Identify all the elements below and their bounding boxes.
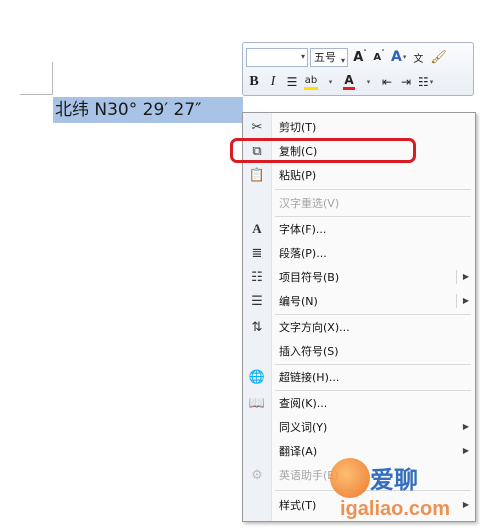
chevron-down-icon: ▾	[429, 78, 434, 86]
bullets-button[interactable]: ☷ ▾	[417, 72, 434, 92]
menu-item-paragraph[interactable]: ≣ 段落(P)...	[243, 241, 475, 265]
font-color-letter: A	[344, 73, 354, 87]
center-align-button[interactable]: ☰	[284, 72, 300, 92]
text-effect-icon: A	[391, 49, 402, 65]
menu-item-label: 样式(T)	[279, 499, 317, 512]
menu-item-label: 汉字重选(V)	[279, 197, 340, 210]
text-effect-button[interactable]: A ▾	[390, 47, 407, 67]
center-align-icon: ☰	[286, 75, 298, 89]
grow-font-label: A	[353, 49, 364, 65]
chevron-down-icon: ▾	[300, 51, 305, 61]
selected-text[interactable]: 北纬 N30° 29′ 27″	[53, 97, 243, 123]
menu-item-english-assistant: ⚙ 英语助手(E)	[243, 463, 475, 487]
paragraph-icon: ≣	[251, 245, 263, 261]
lookup-icon: 📖	[248, 395, 266, 411]
menu-item-synonyms[interactable]: 同义词(Y) ▶	[243, 415, 475, 439]
menu-item-label: 翻译(A)	[279, 445, 318, 458]
menu-item-bullets[interactable]: ☷ 项目符号(B) ▶	[243, 265, 475, 289]
format-painter-icon: 🖌	[430, 49, 447, 65]
chevron-right-icon: ▶	[456, 294, 475, 308]
bullets-icon: ☷	[418, 75, 429, 89]
format-painter-button[interactable]: 🖌	[429, 47, 448, 67]
menu-item-styles[interactable]: 样式(T) ▶	[243, 493, 475, 517]
menu-item-label: 超链接(H)...	[279, 371, 340, 384]
context-menu: ✂ 剪切(T) ⧉ 复制(C) 📋 粘贴(P) 汉字重选(V) A 字体(F).…	[242, 112, 476, 522]
menu-item-label: 同义词(Y)	[279, 421, 328, 434]
menu-item-label: 粘贴(P)	[279, 169, 317, 182]
menu-item-label: 编号(N)	[279, 295, 318, 308]
chevron-right-icon: ▶	[456, 270, 475, 284]
menu-separator	[275, 490, 471, 491]
decrease-indent-button[interactable]: ⇤	[379, 72, 395, 92]
margin-mark-horizontal	[20, 94, 53, 95]
caret-down-icon: ˅	[381, 49, 385, 57]
annotation-highlight-ring	[230, 138, 416, 163]
highlight-color-bar	[304, 86, 318, 90]
menu-item-cut[interactable]: ✂ 剪切(T)	[243, 115, 475, 139]
menu-item-label: 段落(P)...	[279, 247, 327, 260]
paste-icon: 📋	[248, 167, 266, 183]
menu-item-reconvert: 汉字重选(V)	[243, 191, 475, 215]
shrink-font-button[interactable]: A ˅	[371, 47, 387, 67]
menu-separator	[275, 189, 471, 190]
menu-item-label: 字体(F)...	[279, 223, 327, 236]
bold-button[interactable]: B	[246, 72, 262, 92]
menu-item-font[interactable]: A 字体(F)...	[243, 217, 475, 241]
menu-item-label: 插入符号(S)	[279, 345, 339, 358]
phonetic-guide-button[interactable]: 文	[410, 47, 426, 67]
menu-item-label: 查阅(K)...	[279, 397, 328, 410]
caret-up-icon: ˄	[363, 49, 367, 57]
empty-icon-slot	[243, 339, 271, 363]
menu-item-numbering[interactable]: ☰ 编号(N) ▶	[243, 289, 475, 313]
menu-item-text-direction[interactable]: ⇅ 文字方向(X)...	[243, 315, 475, 339]
chevron-right-icon: ▶	[462, 422, 470, 431]
menu-item-lookup[interactable]: 📖 查阅(K)...	[243, 391, 475, 415]
chevron-right-icon: ▶	[462, 446, 470, 455]
chevron-down-icon: ▾	[402, 53, 407, 61]
numbering-icon: ☰	[251, 293, 263, 309]
italic-button[interactable]: I	[265, 72, 281, 92]
menu-item-label: 英语助手(E)	[279, 469, 339, 482]
mini-toolbar: ▾ 五号 ▾ A ˄ A ˅ A ▾ 文 🖌 B I ☰ ab ▾ A ▾ ⇤ …	[242, 42, 474, 96]
chevron-right-icon: ▶	[462, 500, 470, 509]
font-color-button[interactable]: A	[341, 72, 357, 92]
scissors-icon: ✂	[251, 119, 263, 135]
empty-icon-slot	[243, 439, 271, 463]
menu-item-hyperlink[interactable]: 🌐 超链接(H)...	[243, 365, 475, 389]
menu-item-label: 文字方向(X)...	[279, 321, 350, 334]
highlight-dropdown[interactable]: ▾	[322, 72, 338, 92]
highlighter-icon: ab	[304, 74, 318, 86]
margin-mark-vertical	[52, 62, 53, 94]
menu-item-translate[interactable]: 翻译(A) ▶	[243, 439, 475, 463]
font-size-select[interactable]: 五号 ▾	[310, 47, 348, 67]
menu-item-label: 项目符号(B)	[279, 271, 340, 284]
grow-font-button[interactable]: A ˄	[352, 47, 368, 67]
menu-item-insert-symbol[interactable]: 插入符号(S)	[243, 339, 475, 363]
shrink-font-label: A	[373, 51, 382, 63]
empty-icon-slot	[243, 191, 271, 215]
chevron-down-icon: ▾	[366, 78, 371, 86]
hyperlink-icon: 🌐	[248, 369, 266, 385]
highlight-button[interactable]: ab	[303, 72, 319, 92]
increase-indent-button[interactable]: ⇥	[398, 72, 414, 92]
chevron-down-icon: ▾	[340, 55, 345, 65]
menu-item-paste[interactable]: 📋 粘贴(P)	[243, 163, 475, 187]
font-size-value: 五号	[314, 50, 336, 64]
chevron-down-icon: ▾	[328, 78, 333, 86]
increase-indent-icon: ⇥	[400, 75, 412, 89]
text-direction-icon: ⇅	[251, 319, 263, 335]
font-color-dropdown[interactable]: ▾	[360, 72, 376, 92]
font-icon: A	[252, 221, 262, 236]
font-color-bar	[343, 87, 355, 90]
font-name-select[interactable]: ▾	[246, 47, 308, 67]
empty-icon-slot	[243, 415, 271, 439]
menu-item-label: 剪切(T)	[279, 121, 317, 134]
phonetic-icon: 文	[413, 53, 424, 65]
bullets-icon: ☷	[251, 269, 263, 285]
assistant-icon: ⚙	[251, 467, 263, 483]
decrease-indent-icon: ⇤	[381, 75, 393, 89]
empty-icon-slot	[243, 493, 271, 517]
